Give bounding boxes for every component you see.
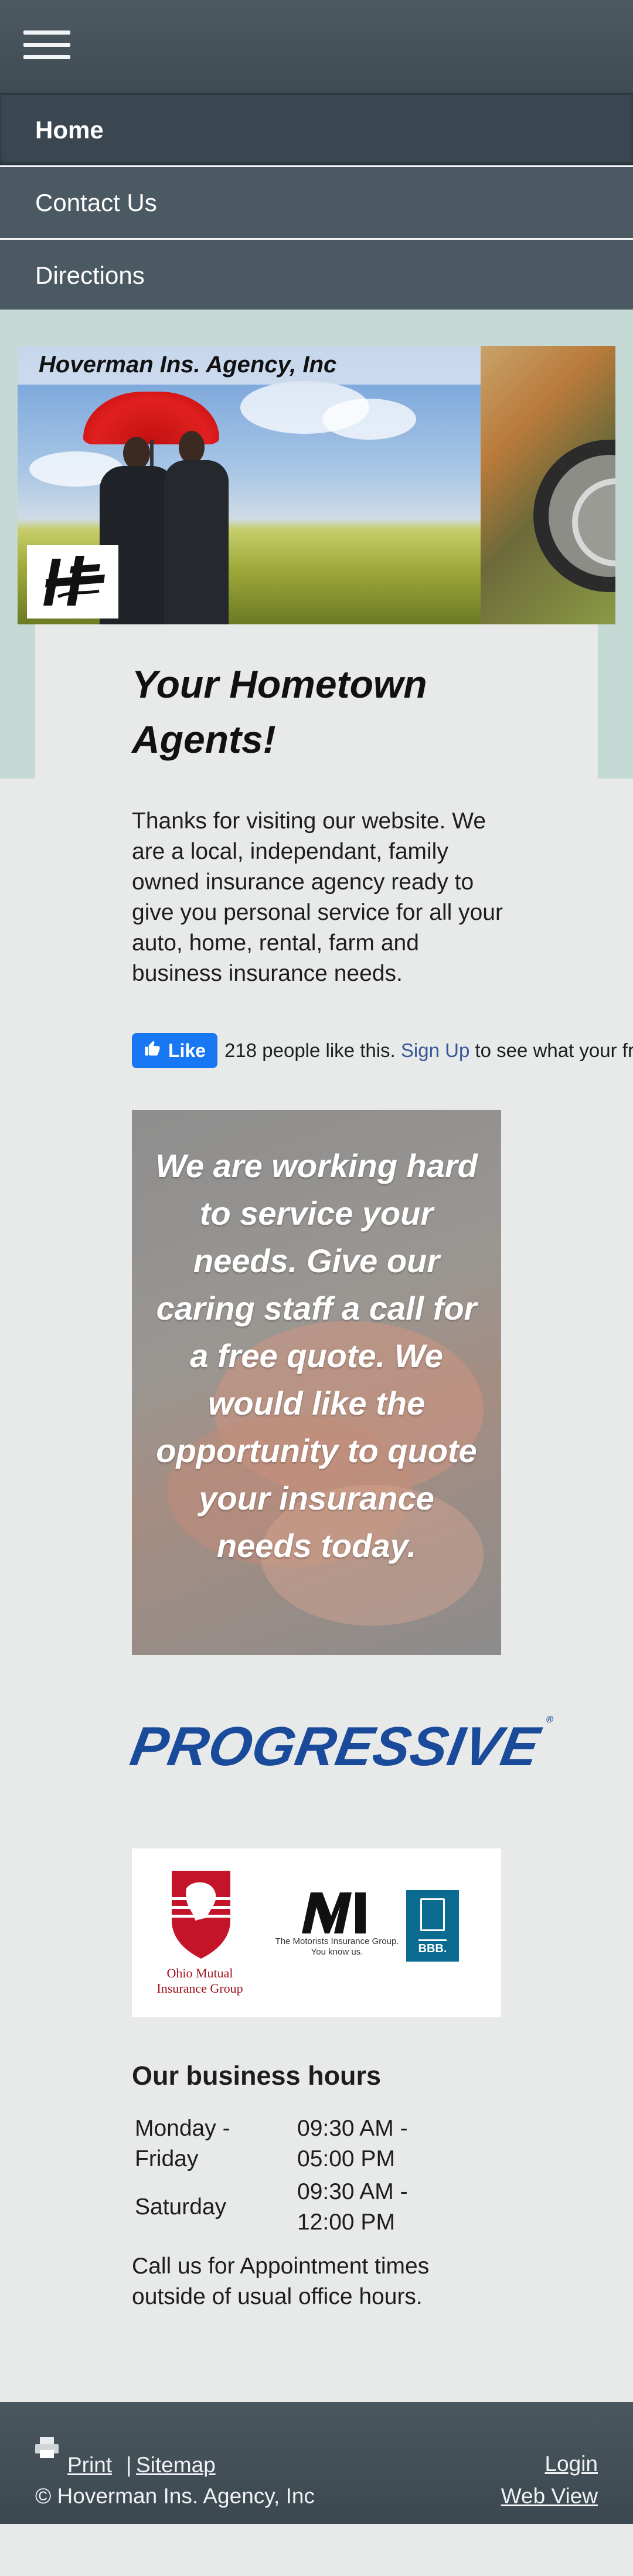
hours-time: 09:30 AM - 12:00 PM [297, 2179, 408, 2235]
partner-logos: Ohio Mutual Insurance Group The Motorist… [132, 1848, 501, 2017]
business-hours-title: Our business hours [132, 2061, 382, 2091]
thumbs-up-icon [144, 1039, 161, 1062]
web-view-link[interactable]: Web View [501, 2484, 598, 2509]
ohio-mutual-logo [166, 1865, 236, 1959]
nav-item-contact-us[interactable]: Contact Us [0, 165, 633, 238]
nav-item-label: Home [35, 116, 104, 144]
footer: Print | Sitemap © Hoverman Ins. Agency, … [0, 2402, 633, 2524]
hours-day: Saturday [135, 2194, 227, 2220]
progressive-logo-text: PROGRESSIVE [126, 1715, 544, 1777]
hamburger-menu-icon[interactable] [23, 30, 70, 60]
nav-item-label: Contact Us [35, 188, 157, 216]
agency-logo [27, 545, 118, 618]
facebook-signup-suffix: to see what your friends like. [475, 1039, 633, 1061]
footer-separator: | [126, 2453, 132, 2477]
main-nav: Home Contact Us Directions [0, 93, 633, 311]
copyright-text: © Hoverman Ins. Agency, Inc [35, 2484, 315, 2508]
nav-item-directions[interactable]: Directions [0, 238, 633, 311]
facebook-like-count: 218 people like this. [224, 1039, 396, 1061]
page-headline: Your Hometown Agents! [132, 662, 427, 761]
login-link[interactable]: Login [544, 2452, 598, 2476]
hours-day: Monday - Friday [135, 2116, 230, 2171]
nav-item-home[interactable]: Home [0, 93, 633, 165]
facebook-like-widget: Like 218 people like this. Sign Up to se… [132, 1032, 633, 1069]
sitemap-link[interactable]: Sitemap [136, 2453, 216, 2478]
printer-icon[interactable] [35, 2437, 59, 2458]
quote-banner: We are working hard to service your need… [132, 1110, 501, 1655]
motorists-logo [302, 1892, 366, 1933]
bbb-logo: BBB. [406, 1890, 459, 1962]
ohio-mutual-name: Ohio Mutual Insurance Group [156, 1966, 243, 1996]
agency-banner-title: Hoverman Ins. Agency, Inc [39, 352, 337, 378]
hours-row: Saturday 09:30 AM - 12:00 PM [132, 2177, 507, 2241]
hours-note: Call us for Appointment times outside of… [132, 2254, 430, 2309]
quote-text: We are working hard to service your need… [155, 1147, 478, 1564]
facebook-signup-link[interactable]: Sign Up [401, 1039, 469, 1061]
progressive-logo[interactable]: PROGRESSIVE® [126, 1715, 554, 1777]
motorists-name: The Motorists Insurance Group. You know … [275, 1936, 399, 1957]
print-link[interactable]: Print [67, 2453, 112, 2478]
top-bar [0, 0, 633, 93]
facebook-like-label: Like [168, 1039, 206, 1061]
hours-row: Monday - Friday 09:30 AM - 05:00 PM [132, 2113, 507, 2178]
intro-text: Thanks for visiting our website. We are … [132, 808, 503, 986]
facebook-like-button[interactable]: Like [132, 1033, 218, 1068]
banner-image: Hoverman Ins. Agency, Inc [18, 346, 615, 624]
hours-time: 09:30 AM - 05:00 PM [297, 2116, 408, 2171]
nav-item-label: Directions [35, 261, 145, 289]
